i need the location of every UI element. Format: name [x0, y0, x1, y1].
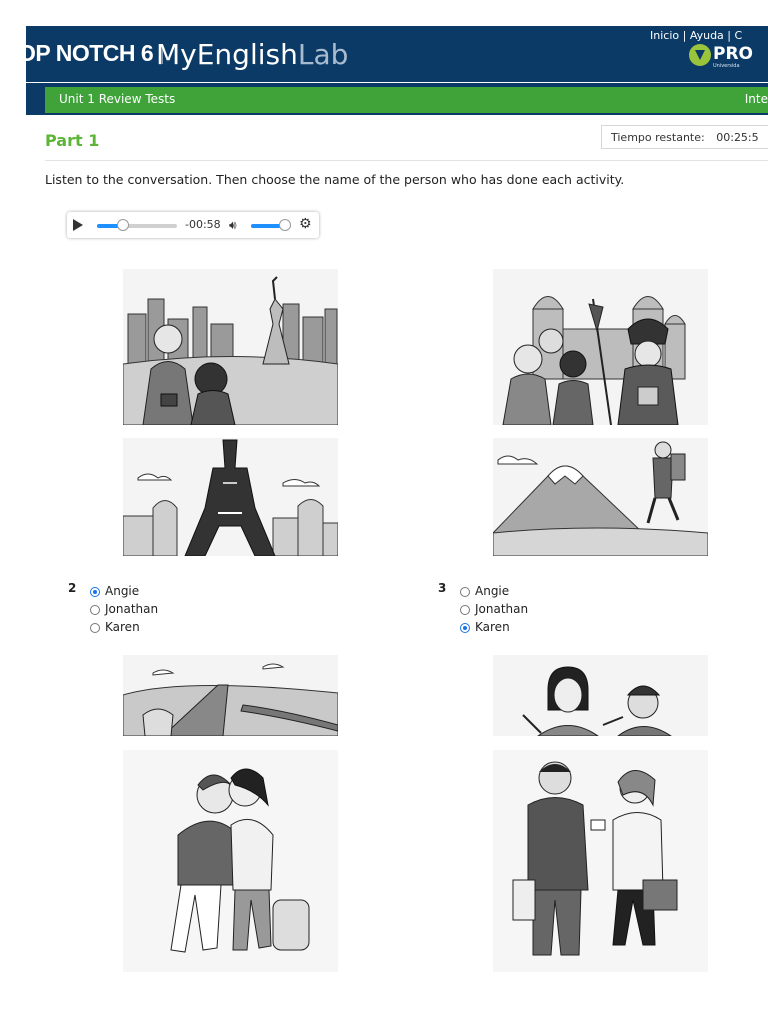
link-inicio[interactable]: Inicio — [650, 29, 679, 42]
nav-right-label[interactable]: Inte — [745, 92, 768, 106]
option-angie[interactable]: Angie — [460, 584, 509, 598]
question-number: 3 — [438, 581, 447, 595]
timer-value: 00:25:5 — [716, 131, 759, 144]
part-title: Part 1 — [45, 131, 100, 150]
timer-label: Tiempo restante: — [611, 131, 705, 144]
option-angie[interactable]: Angie — [90, 584, 139, 598]
pro-logo-icon — [689, 44, 711, 66]
volume-handle[interactable] — [279, 219, 291, 231]
test-title[interactable]: Unit 1 Review Tests — [59, 92, 175, 106]
image-mountain-climb — [493, 438, 708, 556]
pro-logo: PRO Universida — [689, 44, 768, 74]
volume-slider[interactable] — [251, 219, 291, 231]
radio-button[interactable] — [90, 605, 100, 615]
link-c[interactable]: C — [735, 29, 743, 42]
radio-button[interactable] — [460, 623, 470, 633]
image-statue-of-liberty — [123, 269, 338, 425]
book-title: OP NOTCH 6 — [26, 40, 154, 66]
top-links: Inicio | Ayuda | C — [650, 29, 743, 42]
image-eiffel-tower — [123, 438, 338, 556]
option-karen[interactable]: Karen — [460, 620, 510, 634]
seek-handle[interactable] — [117, 219, 130, 231]
time-readout: -00:58 — [185, 218, 221, 231]
image-great-wall — [123, 655, 338, 736]
question-number: 2 — [68, 581, 77, 595]
audio-player: -00:58 🔊︎ ⚙ — [67, 212, 319, 238]
link-ayuda[interactable]: Ayuda — [690, 29, 724, 42]
seek-slider[interactable] — [97, 219, 177, 231]
test-title-bar: Unit 1 Review Tests Inte — [45, 87, 768, 113]
app-name: MyEnglishLab — [156, 38, 349, 71]
option-jonathan[interactable]: Jonathan — [90, 602, 158, 616]
option-jonathan[interactable]: Jonathan — [460, 602, 528, 616]
divider — [45, 160, 768, 161]
nav-bar: Unit 1 Review Tests Inte — [26, 83, 768, 115]
volume-icon[interactable]: 🔊︎ — [229, 218, 237, 233]
image-greeting-kiss — [123, 750, 338, 972]
play-icon[interactable] — [73, 219, 83, 231]
instructions: Listen to the conversation. Then choose … — [45, 172, 625, 187]
image-london-guard — [493, 269, 708, 425]
option-karen[interactable]: Karen — [90, 620, 140, 634]
radio-button[interactable] — [90, 623, 100, 633]
time-remaining: Tiempo restante: 00:25:5 — [601, 125, 768, 149]
settings-gear-icon[interactable]: ⚙ — [299, 216, 312, 232]
image-business-card — [493, 750, 708, 972]
image-chopsticks — [493, 655, 708, 736]
radio-button[interactable] — [90, 587, 100, 597]
app-header: OP NOTCH 6 MyEnglishLab Inicio | Ayuda |… — [26, 26, 768, 82]
radio-button[interactable] — [460, 587, 470, 597]
radio-button[interactable] — [460, 605, 470, 615]
